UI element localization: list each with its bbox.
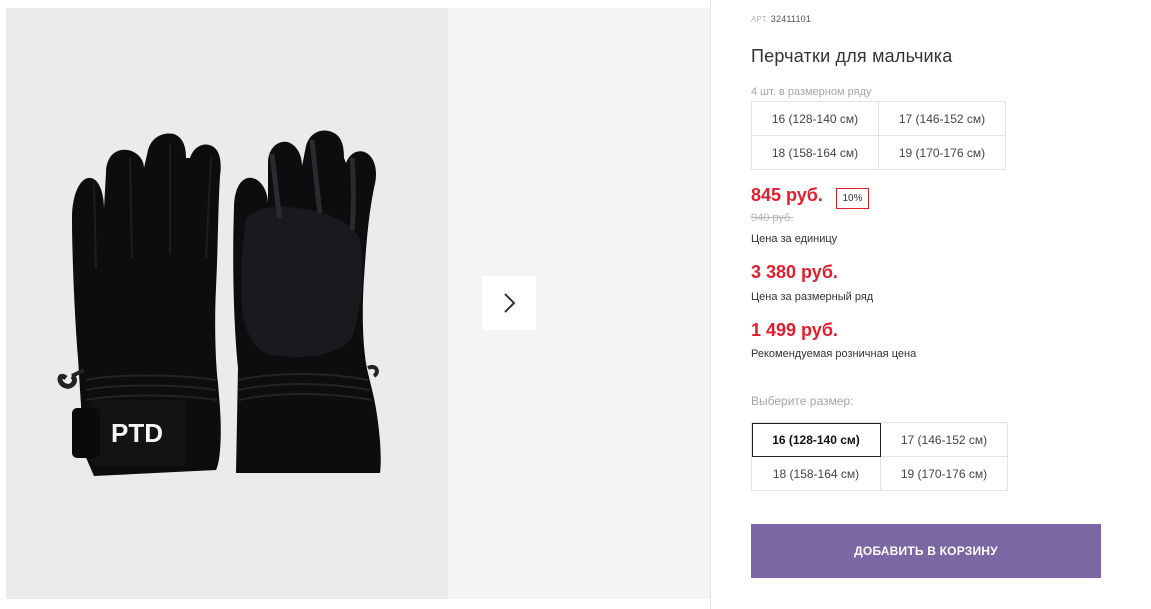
left-glove: PTD <box>57 133 221 476</box>
pack-caption: 4 шт. в размерном ряду <box>751 86 872 98</box>
gloves-image: PTD <box>57 130 381 476</box>
size-option-18[interactable]: 18 (158-164 см) <box>752 457 881 491</box>
brand-print: PTD <box>111 418 163 448</box>
size-selector: 16 (128-140 см) 17 (146-152 см) 18 (158-… <box>751 422 1008 491</box>
choose-size-caption: Выберите размер: <box>751 394 854 408</box>
sku-number: 32411101 <box>770 14 812 24</box>
pack-price-caption: Цена за размерный ряд <box>751 291 874 303</box>
chevron-right-icon <box>504 293 516 313</box>
gallery-next-button[interactable] <box>482 276 536 330</box>
size-option-19[interactable]: 19 (170-176 см) <box>881 457 1008 491</box>
discount-badge: 10% <box>836 188 869 209</box>
old-price: 940 руб. <box>751 212 794 224</box>
size-option-16[interactable]: 16 (128-140 см) <box>752 423 881 457</box>
product-gallery: PTD <box>6 8 710 599</box>
unit-price: 845 руб. <box>751 185 823 205</box>
pack-size-cell: 19 (170-176 см) <box>879 136 1006 170</box>
retail-price-caption: Рекомендуемая розничная цена <box>751 348 917 360</box>
pack-size-cell: 18 (158-164 см) <box>752 136 879 170</box>
retail-price: 1 499 руб. <box>751 320 838 340</box>
pack-sizes-grid: 16 (128-140 см) 17 (146-152 см) 18 (158-… <box>751 101 1006 170</box>
product-title: Перчатки для мальчика <box>751 46 953 66</box>
add-to-cart-button[interactable]: Добавить в корзину <box>751 524 1101 578</box>
product-info-panel: АРТ. 32411101 Перчатки для мальчика 4 шт… <box>751 0 1111 609</box>
pack-size-cell: 17 (146-152 см) <box>879 102 1006 136</box>
pack-price: 3 380 руб. <box>751 262 838 282</box>
right-glove <box>233 130 381 473</box>
sku-line: АРТ. 32411101 <box>751 14 811 24</box>
pack-size-cell: 16 (128-140 см) <box>752 102 879 136</box>
main-product-photo[interactable]: PTD <box>6 8 448 599</box>
sku-label: АРТ. <box>751 15 769 24</box>
size-option-17[interactable]: 17 (146-152 см) <box>881 423 1008 457</box>
panel-divider <box>710 0 711 609</box>
unit-price-caption: Цена за единицу <box>751 233 838 245</box>
